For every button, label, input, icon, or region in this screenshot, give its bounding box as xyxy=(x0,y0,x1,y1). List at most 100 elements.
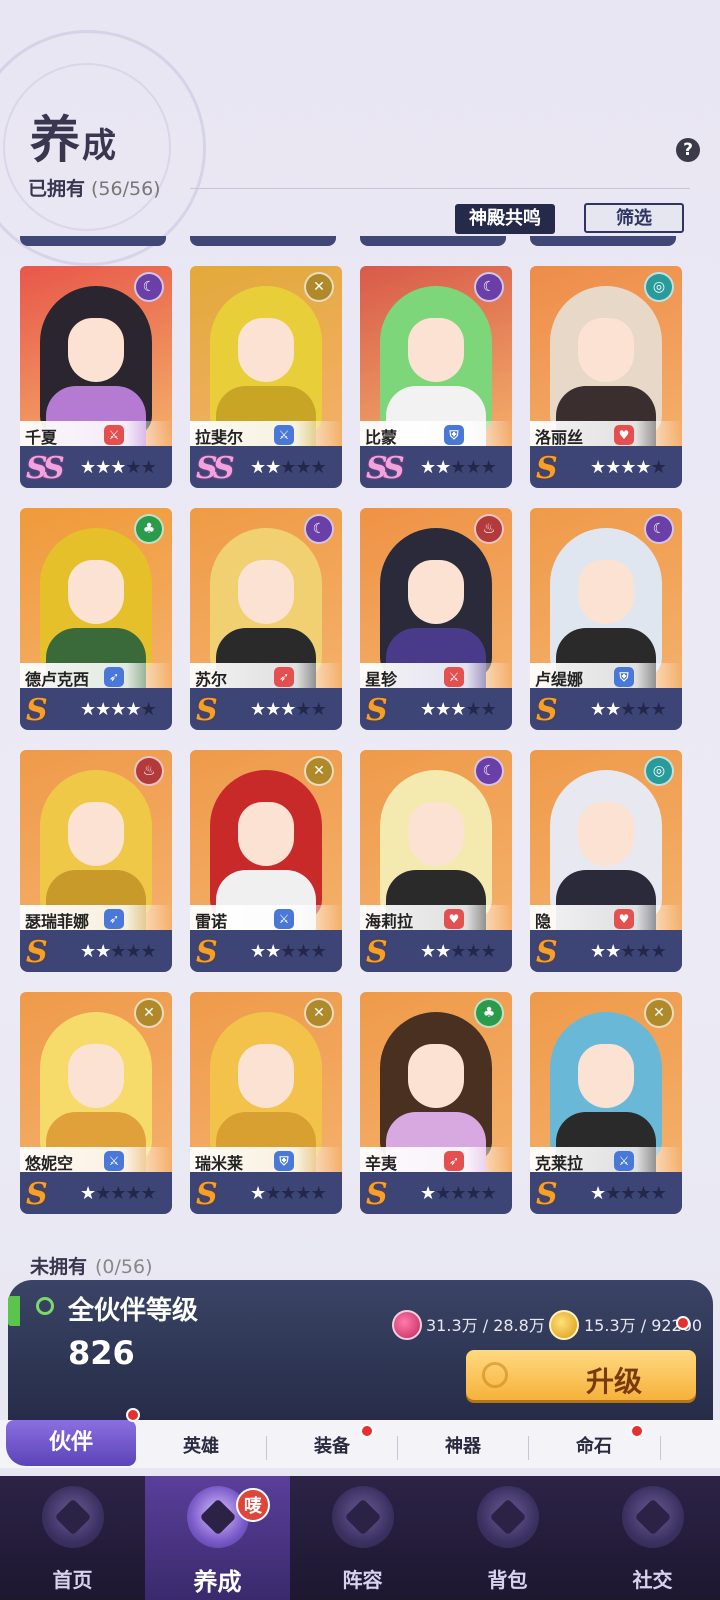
rank-badge: SS xyxy=(196,451,235,486)
partner-card[interactable]: ✕ 克莱拉 ⚔ S ★★★★★ xyxy=(530,992,682,1220)
role-icon: ➶ xyxy=(274,667,294,687)
equipment-tab-notification-dot xyxy=(360,1424,374,1438)
star-empty-icon: ★ xyxy=(280,941,296,962)
star-empty-icon: ★ xyxy=(295,941,311,962)
star-empty-icon: ★ xyxy=(465,699,481,720)
partner-card[interactable]: ☾ 比蒙 ⛨ SS ★★★★★ xyxy=(360,266,512,494)
star-empty-icon: ★ xyxy=(265,1183,281,1204)
partner-card[interactable]: ◎ 洛丽丝 ♥ S ★★★★★ xyxy=(530,266,682,494)
star-empty-icon: ★ xyxy=(95,1183,111,1204)
partner-card[interactable]: ☾ 卢缇娜 ⛨ S ★★★★★ xyxy=(530,508,682,736)
tab-develop[interactable]: 养成 xyxy=(145,1476,290,1600)
temple-resonance-button[interactable]: 神殿共鸣 xyxy=(455,204,555,234)
star-empty-icon: ★ xyxy=(280,1183,296,1204)
star-empty-icon: ★ xyxy=(480,699,497,720)
element-moon-icon: ☾ xyxy=(474,756,504,786)
star-filled-icon: ★ xyxy=(250,941,266,962)
star-filled-icon: ★ xyxy=(590,457,606,478)
partner-card[interactable]: ✕ 雷诺 ⚔ S ★★★★★ xyxy=(190,750,342,978)
filter-button[interactable]: 筛选 xyxy=(584,203,684,233)
partner-tab-notification-dot xyxy=(126,1408,140,1422)
star-empty-icon: ★ xyxy=(635,1183,651,1204)
role-icon: ⛨ xyxy=(444,425,464,445)
element-sword-icon: ✕ xyxy=(304,756,334,786)
star-empty-icon: ★ xyxy=(125,941,141,962)
role-icon: ⚔ xyxy=(274,909,294,929)
partner-name: 德卢克西 xyxy=(25,670,90,689)
upgrade-notification-dot xyxy=(676,1316,690,1330)
role-icon: ♥ xyxy=(614,909,634,929)
subtab-artifact[interactable]: 神器 xyxy=(398,1420,528,1468)
partner-card[interactable]: ✕ 瑞米莱 ⛨ S ★★★★★ xyxy=(190,992,342,1220)
element-wind-icon: ◎ xyxy=(644,756,674,786)
star-rating: ★★★★★ xyxy=(590,699,667,720)
star-empty-icon: ★ xyxy=(125,457,141,478)
star-empty-icon: ★ xyxy=(310,699,327,720)
subtab-hero[interactable]: 英雄 xyxy=(136,1420,266,1468)
element-moon-icon: ☾ xyxy=(644,514,674,544)
rank-badge: SS xyxy=(26,451,65,486)
owned-count: (56/56) xyxy=(91,178,161,200)
partner-card[interactable]: ☾ 海莉拉 ♥ S ★★★★★ xyxy=(360,750,512,978)
star-filled-icon: ★ xyxy=(250,457,266,478)
star-rating: ★★★★★ xyxy=(420,1183,497,1204)
element-leaf-icon: ♣ xyxy=(474,998,504,1028)
star-empty-icon: ★ xyxy=(465,1183,481,1204)
star-empty-icon: ★ xyxy=(450,1183,466,1204)
star-filled-icon: ★ xyxy=(250,699,266,720)
star-empty-icon: ★ xyxy=(435,1183,451,1204)
partner-card[interactable]: ♣ 德卢克西 ➶ S ★★★★★ xyxy=(20,508,172,736)
partner-card[interactable]: ✕ 拉斐尔 ⚔ SS ★★★★★ xyxy=(190,266,342,494)
coin-icon xyxy=(482,1362,508,1388)
star-empty-icon: ★ xyxy=(295,457,311,478)
subtab-equipment[interactable]: 装备 xyxy=(267,1420,397,1468)
partner-name: 瑟瑞菲娜 xyxy=(25,912,90,931)
partner-name: 千夏 xyxy=(25,428,58,447)
element-fire-icon: ♨ xyxy=(474,514,504,544)
element-fire-icon: ♨ xyxy=(134,756,164,786)
partner-name: 瑞米莱 xyxy=(195,1154,244,1173)
star-empty-icon: ★ xyxy=(605,1183,621,1204)
panel-side-tab xyxy=(8,1296,20,1326)
partner-card[interactable]: ♨ 星轸 ⚔ S ★★★★★ xyxy=(360,508,512,736)
rank-badge: S xyxy=(366,693,388,728)
star-empty-icon: ★ xyxy=(650,699,667,720)
rank-badge: S xyxy=(26,935,48,970)
partner-name: 卢缇娜 xyxy=(535,670,584,689)
star-empty-icon: ★ xyxy=(450,941,466,962)
star-empty-icon: ★ xyxy=(480,457,497,478)
tab-lineup[interactable]: 阵容 xyxy=(290,1476,435,1600)
element-moon-icon: ☾ xyxy=(134,272,164,302)
star-rating: ★★★★★ xyxy=(80,941,157,962)
partner-name: 拉斐尔 xyxy=(195,428,244,447)
partner-card[interactable]: ☾ 千夏 ⚔ SS ★★★★★ xyxy=(20,266,172,494)
backpack-icon xyxy=(477,1486,539,1548)
element-wind-icon: ◎ xyxy=(644,272,674,302)
tab-home[interactable]: 首页 xyxy=(0,1476,145,1600)
partner-name: 辛夷 xyxy=(365,1154,398,1173)
partner-card[interactable]: ◎ 隐 ♥ S ★★★★★ xyxy=(530,750,682,978)
partner-card[interactable]: ♨ 瑟瑞菲娜 ➶ S ★★★★★ xyxy=(20,750,172,978)
star-empty-icon: ★ xyxy=(650,941,667,962)
star-rating: ★★★★★ xyxy=(80,1183,157,1204)
subtab-partner[interactable]: 伙伴 xyxy=(6,1420,136,1466)
star-empty-icon: ★ xyxy=(650,1183,667,1204)
partner-card[interactable]: ☾ 苏尔 ➶ S ★★★★★ xyxy=(190,508,342,736)
role-icon: ➶ xyxy=(444,1151,464,1171)
star-empty-icon: ★ xyxy=(450,457,466,478)
partner-card[interactable]: ✕ 悠妮空 ⚔ S ★★★★★ xyxy=(20,992,172,1220)
rank-badge: SS xyxy=(366,451,405,486)
partner-card[interactable]: ♣ 辛夷 ➶ S ★★★★★ xyxy=(360,992,512,1220)
star-filled-icon: ★ xyxy=(125,699,141,720)
upgrade-button[interactable]: 升级 xyxy=(466,1350,696,1400)
rank-badge: S xyxy=(196,693,218,728)
element-sword-icon: ✕ xyxy=(304,998,334,1028)
star-empty-icon: ★ xyxy=(110,1183,126,1204)
all-partner-level-label: 全伙伴等级 xyxy=(68,1296,199,1326)
tab-social[interactable]: 社交 xyxy=(580,1476,720,1600)
star-empty-icon: ★ xyxy=(620,941,636,962)
star-empty-icon: ★ xyxy=(465,457,481,478)
tab-backpack[interactable]: 背包 xyxy=(435,1476,580,1600)
help-icon[interactable]: ? xyxy=(676,138,700,162)
role-icon: ⚔ xyxy=(104,425,124,445)
